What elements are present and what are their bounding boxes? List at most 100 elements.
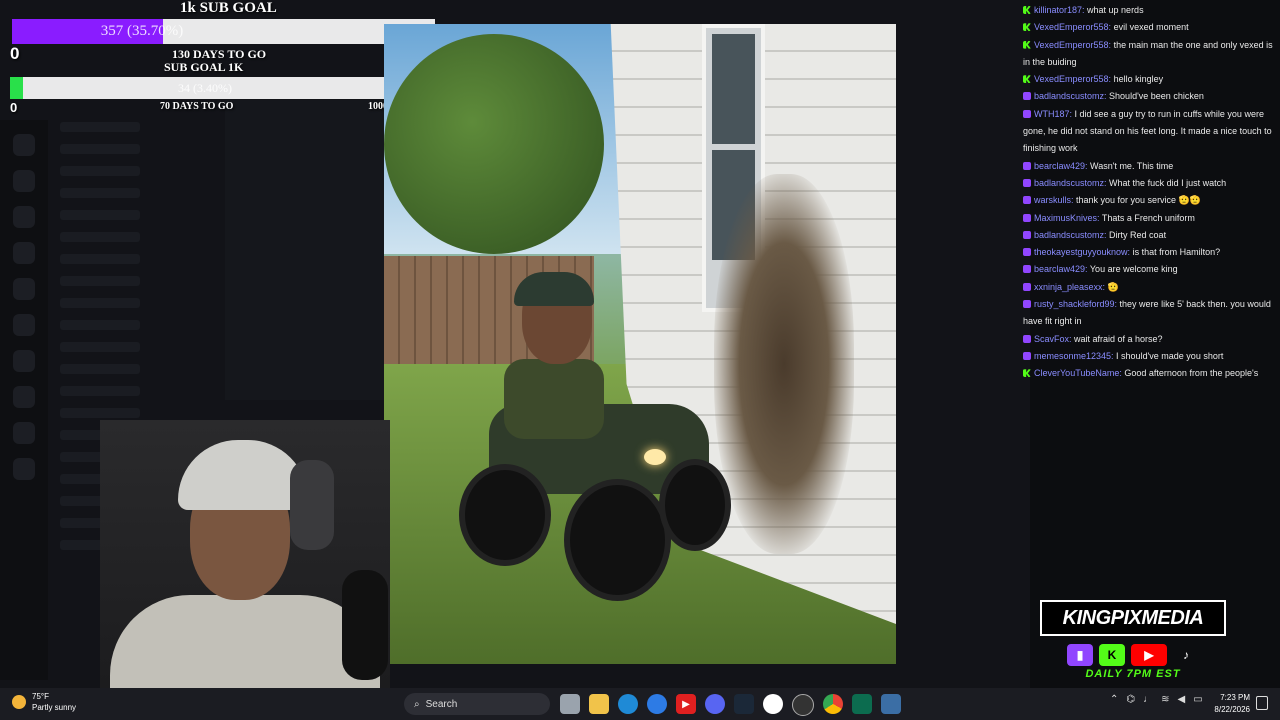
chat-message: badlandscustomz: What the fuck did I jus… (1020, 175, 1278, 192)
chrome-icon[interactable] (823, 694, 843, 714)
sub-goal-2-progress-text: 34 (3.40%) (178, 81, 232, 95)
chat-message: ScavFox: wait afraid of a horse? (1020, 331, 1278, 348)
channel-branding: KINGPIXMEDIA ▮ K ▶ ♪ DAILY 7PM EST (1040, 600, 1226, 688)
volume-icon[interactable]: ◀ (1178, 694, 1186, 705)
chat-text: thank you for you service 🫡🫡 (1073, 195, 1201, 206)
weather-desc: Partly sunny (32, 703, 77, 712)
discord-icon[interactable] (705, 694, 725, 714)
chat-message: killinator187: what up nerds (1020, 2, 1278, 19)
weather-widget[interactable]: 75°F Partly sunny (12, 691, 76, 713)
chat-username[interactable]: VexedEmperor558: (1034, 22, 1111, 32)
chat-text: I should've made you short (1113, 350, 1224, 361)
chat-message: bearclaw429: You are welcome king (1020, 261, 1278, 278)
chat-message: WTH187: I did see a guy try to run in cu… (1020, 106, 1278, 158)
chat-text: What the fuck did I just watch (1106, 177, 1227, 188)
chat-username[interactable]: ScavFox: (1034, 334, 1072, 344)
social-icons: ▮ K ▶ ♪ (1040, 644, 1226, 666)
network-icon[interactable]: ⌬ (1126, 694, 1135, 705)
app-icon[interactable] (881, 694, 901, 714)
atv-rider (494, 272, 604, 454)
terminal-icon[interactable] (852, 694, 872, 714)
chat-text: Dirty Red coat (1106, 229, 1167, 240)
chat-message: memesonme12345: I should've made you sho… (1020, 348, 1278, 365)
chat-text: Should've been chicken (1106, 91, 1204, 102)
twitch-badge-icon (1023, 248, 1031, 257)
chat-text: You are welcome king (1087, 264, 1178, 275)
live-chat: killinator187: what up nerds VexedEmperor… (1020, 2, 1278, 383)
search-icon: ⌕ (414, 698, 420, 710)
chat-text: Good afternoon from the people's (1121, 368, 1259, 379)
twitch-badge-icon (1023, 351, 1031, 360)
youtube-icon[interactable]: ▶ (676, 694, 696, 714)
chat-username[interactable]: WTH187: (1034, 109, 1072, 119)
chat-username[interactable]: rusty_shackleford99: (1034, 299, 1117, 309)
sub-goal-2-progress-bar: 34 (3.40%) (10, 77, 388, 99)
kick-badge-icon (1023, 6, 1031, 14)
chat-username[interactable]: VexedEmperor558: (1034, 74, 1111, 84)
clock[interactable]: 7:23 PM 8/22/2026 (1208, 692, 1250, 716)
chat-message: badlandscustomz: Dirty Red coat (1020, 227, 1278, 244)
chat-message: VexedEmperor558: the main man the one an… (1020, 37, 1278, 72)
chat-message: rusty_shackleford99: they were like 5' b… (1020, 296, 1278, 331)
obs-icon[interactable] (792, 694, 814, 716)
chat-username[interactable]: memesonme12345: (1034, 351, 1114, 361)
chat-username[interactable]: xxninja_pleasexx: (1034, 282, 1105, 292)
chat-username[interactable]: theokayestguyyouknow: (1034, 247, 1130, 257)
edge-icon[interactable] (618, 694, 638, 714)
chat-message: warskulls: thank you for you service 🫡🫡 (1020, 192, 1278, 209)
taskbar-search[interactable]: ⌕ Search (404, 693, 550, 715)
background-content (225, 100, 385, 400)
search-label: Search (425, 698, 458, 710)
sub-goal-progress-bar: 357 (35.70%) (12, 19, 435, 44)
chat-message: CleverYouTubeName: Good afternoon from t… (1020, 365, 1278, 382)
brand-logo: KINGPIXMEDIA (1040, 600, 1226, 636)
chat-username[interactable]: bearclaw429: (1034, 161, 1088, 171)
twitch-badge-icon (1023, 300, 1031, 309)
chat-text: wait afraid of a horse? (1071, 333, 1163, 344)
game-icon[interactable] (763, 694, 783, 714)
chat-message: VexedEmperor558: evil vexed moment (1020, 19, 1278, 36)
system-tray: ⌃ ⌬ ♩ ≋ ◀ ▭ (1110, 694, 1203, 705)
chat-message: theokayestguyyouknow: is that from Hamil… (1020, 244, 1278, 261)
twitch-badge-icon (1023, 109, 1031, 118)
chat-username[interactable]: killinator187: (1034, 5, 1085, 15)
chat-username[interactable]: badlandscustomz: (1034, 91, 1107, 101)
folder-icon[interactable] (589, 694, 609, 714)
chat-username[interactable]: CleverYouTubeName: (1034, 368, 1122, 378)
browser-icon[interactable] (647, 694, 667, 714)
chat-text: is that from Hamilton? (1130, 247, 1221, 258)
crash-debris (714, 174, 854, 554)
kick-badge-icon (1023, 40, 1031, 49)
chat-text: hello kingley (1111, 74, 1164, 85)
chat-text: 🫡 (1105, 281, 1119, 292)
chat-message: VexedEmperor558: hello kingley (1020, 71, 1278, 88)
tiktok-icon: ♪ (1183, 648, 1189, 662)
mic-icon[interactable]: ♩ (1143, 694, 1153, 705)
background-server-list (0, 120, 48, 680)
twitch-badge-icon (1023, 178, 1031, 187)
chat-username[interactable]: MaximusKnives: (1034, 213, 1100, 223)
chat-username[interactable]: warskulls: (1034, 195, 1074, 205)
sub-goal-2-min: 0 (10, 100, 18, 115)
twitch-badge-icon (1023, 213, 1031, 222)
chat-username[interactable]: badlandscustomz: (1034, 178, 1107, 188)
chat-message: MaximusKnives: Thats a French uniform (1020, 210, 1278, 227)
notification-icon[interactable] (1256, 696, 1268, 710)
chat-text: Wasn't me. This time (1087, 160, 1174, 171)
chat-username[interactable]: bearclaw429: (1034, 264, 1088, 274)
chat-message: badlandscustomz: Should've been chicken (1020, 88, 1278, 105)
steam-icon[interactable] (734, 694, 754, 714)
sub-goal-min: 0 (10, 44, 20, 63)
kick-badge-icon (1023, 369, 1031, 378)
chevron-up-icon[interactable]: ⌃ (1110, 694, 1118, 705)
chat-message: xxninja_pleasexx: 🫡 (1020, 279, 1278, 296)
chat-username[interactable]: badlandscustomz: (1034, 230, 1107, 240)
twitch-badge-icon (1023, 282, 1031, 291)
wifi-icon[interactable]: ≋ (1161, 694, 1169, 705)
taskbar: 75°F Partly sunny ⌕ Search ▶ ⌃ ⌬ ♩ ≋ ◀ ▭… (0, 688, 1280, 720)
chat-text: what up nerds (1084, 5, 1144, 15)
sub-goal-progress-text: 357 (35.70%) (100, 23, 184, 39)
file-icon[interactable] (560, 694, 580, 714)
chat-username[interactable]: VexedEmperor558: (1034, 40, 1111, 50)
battery-icon[interactable]: ▭ (1193, 694, 1202, 705)
